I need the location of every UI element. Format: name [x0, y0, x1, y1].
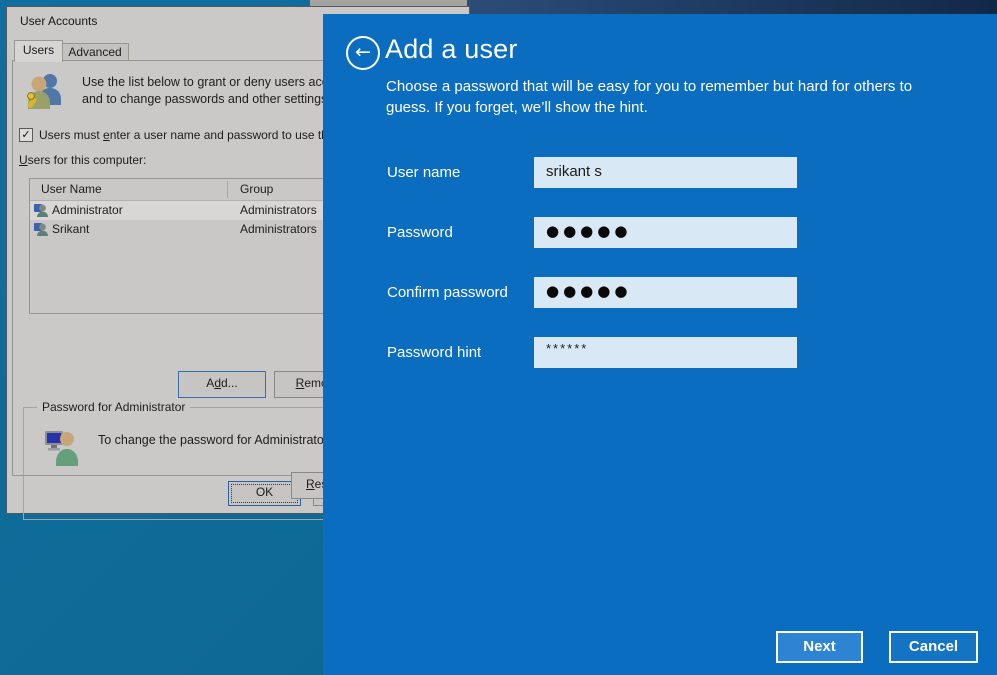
tab-users[interactable]: Users [14, 40, 63, 62]
user-name-value: srikant s [546, 163, 602, 180]
screen: ... User Accounts Users Advanced Use the… [0, 0, 997, 675]
user-icon [34, 222, 48, 236]
column-group[interactable]: Group [240, 182, 273, 196]
dialog-title: User Accounts [20, 14, 97, 28]
user-icon [34, 203, 48, 217]
cancel-button[interactable]: Cancel [889, 631, 978, 663]
checkbox-checked-icon[interactable]: ✓ [19, 128, 33, 142]
password-hint-label: Password hint [387, 344, 481, 361]
users-list-label: Users for this computer: [19, 153, 146, 167]
row-group: Administrators [240, 222, 317, 236]
password-hint-input[interactable]: ****** [534, 337, 797, 368]
confirm-password-value: ●●●●● [546, 282, 631, 300]
panel-title: Add a user [385, 34, 518, 65]
subtitle-line-1: Choose a password that will be easy for … [386, 76, 912, 97]
password-group-label: Password for Administrator [37, 400, 190, 414]
user-name-input[interactable]: srikant s [534, 157, 797, 188]
confirm-password-label: Confirm password [387, 284, 508, 301]
panel-subtitle: Choose a password that will be easy for … [386, 76, 912, 118]
password-input[interactable]: ●●●●● [534, 217, 797, 248]
row-group: Administrators [240, 203, 317, 217]
add-user-panel: ← Add a user Choose a password that will… [323, 14, 997, 675]
back-arrow-icon: ← [355, 41, 371, 63]
password-value: ●●●●● [546, 222, 631, 240]
users-group-icon [26, 71, 64, 111]
column-divider [227, 181, 228, 198]
row-user-name: Administrator [52, 203, 123, 217]
subtitle-line-2: guess. If you forget, we’ll show the hin… [386, 97, 912, 118]
row-user-name: Srikant [52, 222, 89, 236]
add-button[interactable]: Add... [178, 371, 266, 398]
credential-host-titlebar [467, 0, 997, 15]
back-button[interactable]: ← [346, 36, 380, 70]
confirm-password-input[interactable]: ●●●●● [534, 277, 797, 308]
user-name-label: User name [387, 164, 460, 181]
password-label: Password [387, 224, 453, 241]
password-hint-value: ****** [546, 341, 588, 356]
column-user-name[interactable]: User Name [41, 182, 102, 196]
next-button[interactable]: Next [776, 631, 863, 663]
user-with-computer-icon [44, 428, 80, 466]
